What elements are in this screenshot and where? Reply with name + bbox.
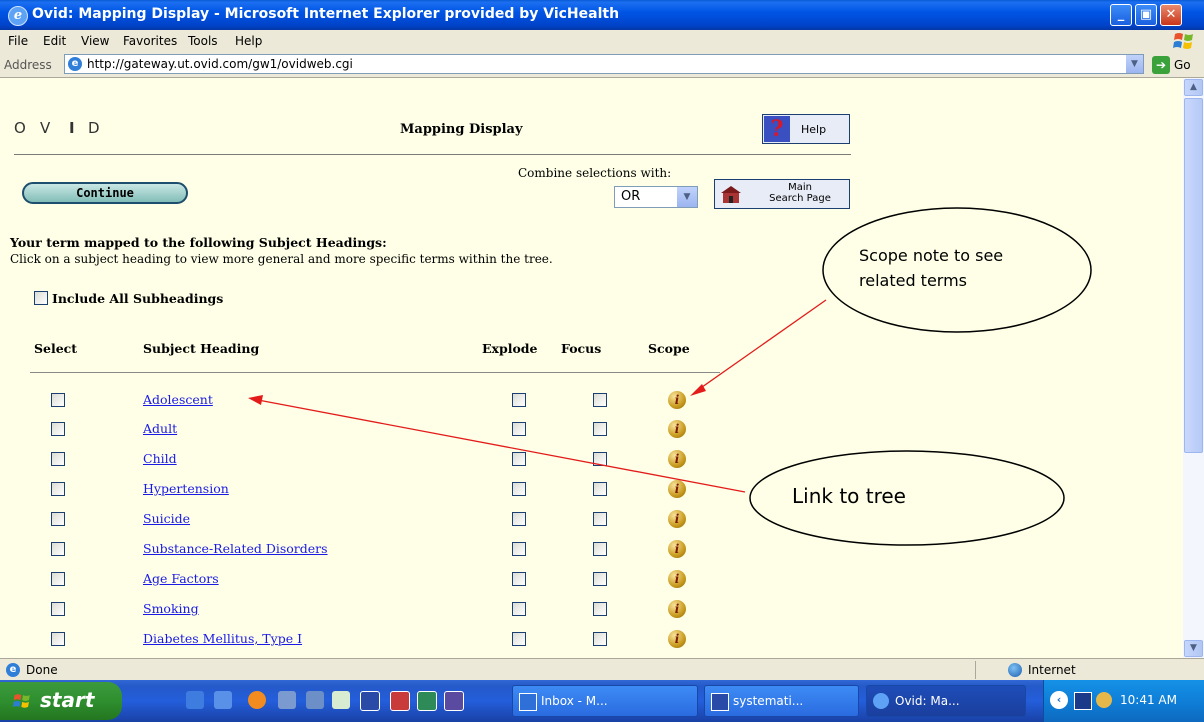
status-divider xyxy=(975,661,976,679)
taskbar-label-inbox: Inbox - M... xyxy=(541,694,608,708)
menu-help[interactable]: Help xyxy=(235,34,262,48)
start-button[interactable]: start xyxy=(0,682,122,720)
window-title: Ovid: Mapping Display - Microsoft Intern… xyxy=(32,6,620,22)
status-bar: e Done Internet xyxy=(0,658,1204,681)
app-quicklaunch-icon[interactable] xyxy=(332,691,350,709)
scroll-down-arrow-icon[interactable]: ▼ xyxy=(1184,640,1203,657)
scope-note-arrow xyxy=(694,299,827,393)
maximize-button[interactable]: ▣ xyxy=(1135,4,1157,26)
taskbar-label-ovid: Ovid: Ma... xyxy=(895,694,960,708)
close-button[interactable]: ✕ xyxy=(1160,4,1182,26)
media-quicklaunch-icon[interactable] xyxy=(248,691,266,709)
scope-note-line1: Scope note to see xyxy=(859,246,1004,265)
excel-quicklaunch-icon[interactable] xyxy=(417,691,437,711)
link-tree-arrowhead xyxy=(248,395,263,405)
access-quicklaunch-icon[interactable] xyxy=(444,691,464,711)
word-icon xyxy=(711,693,729,711)
scope-note-text: Scope note to see related terms xyxy=(859,243,1003,293)
taskbar-button-word[interactable]: systemati... xyxy=(704,685,859,717)
flag-tray-icon[interactable] xyxy=(1074,692,1092,710)
scroll-thumb[interactable] xyxy=(1184,98,1203,453)
show-hidden-icons-chevron-icon[interactable]: ‹ xyxy=(1050,691,1068,709)
menu-view[interactable]: View xyxy=(81,34,109,48)
windows-flag-icon xyxy=(12,694,30,708)
menu-bar: File Edit View Favorites Tools Help xyxy=(0,30,1204,53)
minimize-button[interactable]: _ xyxy=(1110,4,1132,26)
status-text: Done xyxy=(26,663,58,677)
go-button[interactable]: Go xyxy=(1174,58,1191,72)
annotation-overlay xyxy=(248,207,1092,546)
ie-app-icon: e xyxy=(8,6,28,26)
page-done-icon: e xyxy=(6,663,20,677)
page-icon: e xyxy=(68,57,82,71)
address-label: Address xyxy=(4,58,52,72)
outlook-quicklaunch-icon[interactable] xyxy=(214,691,232,709)
start-label: start xyxy=(40,688,95,712)
system-tray: ‹ 10:41 AM xyxy=(1043,680,1204,722)
go-arrow-icon[interactable]: ➔ xyxy=(1152,56,1170,74)
network-tray-icon[interactable] xyxy=(1096,692,1112,708)
menu-tools[interactable]: Tools xyxy=(188,34,218,48)
taskbar-label-word: systemati... xyxy=(733,694,804,708)
windows-flag-icon xyxy=(1173,33,1193,49)
powerpoint-quicklaunch-icon[interactable] xyxy=(390,691,410,711)
desktop-quicklaunch-icon[interactable] xyxy=(306,691,324,709)
scroll-up-arrow-icon[interactable]: ▲ xyxy=(1184,79,1203,96)
address-url[interactable]: http://gateway.ut.ovid.com/gw1/ovidweb.c… xyxy=(87,57,353,71)
page-content: O V I D Mapping Display ? Help Continue … xyxy=(0,78,1183,658)
zone-text: Internet xyxy=(1028,663,1076,677)
link-tree-arrow xyxy=(257,399,746,493)
menu-favorites[interactable]: Favorites xyxy=(123,34,177,48)
menu-file[interactable]: File xyxy=(8,34,28,48)
ie-quicklaunch-icon[interactable] xyxy=(186,691,204,709)
taskbar: start Inbox - M... systemati... Ovid: Ma… xyxy=(0,680,1204,722)
clock[interactable]: 10:41 AM xyxy=(1120,693,1177,707)
link-tree-text: Link to tree xyxy=(792,484,906,508)
messenger-quicklaunch-icon[interactable] xyxy=(278,691,296,709)
address-dropdown-arrow-icon[interactable]: ▼ xyxy=(1126,55,1143,73)
taskbar-button-ovid[interactable]: Ovid: Ma... xyxy=(866,685,1026,717)
scope-note-line2: related terms xyxy=(859,271,968,290)
globe-icon xyxy=(1008,663,1022,677)
ie-icon xyxy=(873,693,889,709)
title-bar: e Ovid: Mapping Display - Microsoft Inte… xyxy=(0,0,1204,30)
menu-edit[interactable]: Edit xyxy=(43,34,66,48)
vertical-scrollbar[interactable]: ▲ ▼ xyxy=(1183,78,1204,658)
word-quicklaunch-icon[interactable] xyxy=(360,691,380,711)
address-bar: Address e http://gateway.ut.ovid.com/gw1… xyxy=(0,52,1204,78)
taskbar-button-inbox[interactable]: Inbox - M... xyxy=(512,685,698,717)
outlook-icon xyxy=(519,693,537,711)
address-input[interactable]: e http://gateway.ut.ovid.com/gw1/ovidweb… xyxy=(64,54,1144,74)
